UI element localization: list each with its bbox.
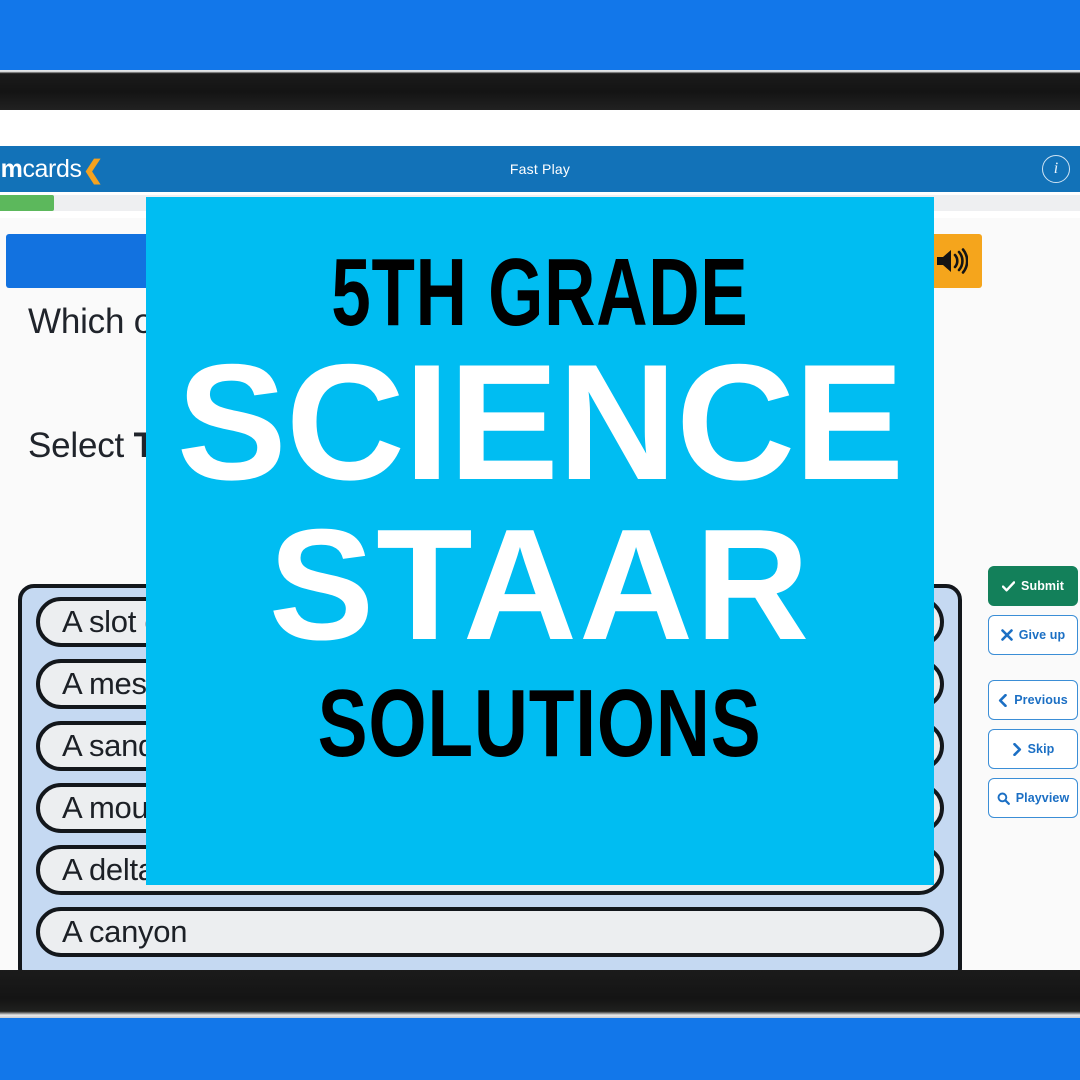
submit-label: Submit (1021, 579, 1064, 593)
magnifier-icon (997, 792, 1010, 805)
speaker-icon (937, 248, 968, 274)
device-bezel-top (0, 70, 1080, 110)
select-prefix: Select (28, 426, 134, 465)
previous-label: Previous (1014, 693, 1068, 707)
promo-line-staar: STAAR (268, 497, 812, 674)
progress-fill (0, 195, 54, 211)
promo-screenshot: boomcards❮ Fast Play i Which of these la… (0, 0, 1080, 1080)
chevron-left-icon (999, 693, 1007, 707)
x-icon (1000, 629, 1013, 641)
give-up-button[interactable]: Give up (988, 615, 1078, 655)
promo-overlay: 5TH GRADE SCIENCE STAAR SOLUTIONS (146, 197, 934, 885)
promo-line-science: SCIENCE (176, 330, 904, 515)
device-bezel-bottom (0, 970, 1080, 1018)
boom-top-bar: boomcards❮ Fast Play i (0, 146, 1080, 192)
page-title: Fast Play (509, 161, 571, 177)
action-button-group: Submit Give up Previous Skip Playview (988, 566, 1080, 827)
skip-label: Skip (1027, 742, 1055, 756)
promo-line-grade: 5TH GRADE (331, 239, 749, 346)
check-icon (1002, 580, 1016, 591)
action-group-divider (988, 664, 1080, 680)
give-up-label: Give up (1018, 628, 1066, 642)
submit-button[interactable]: Submit (988, 566, 1078, 606)
previous-button[interactable]: Previous (988, 680, 1078, 720)
skip-button[interactable]: Skip (988, 729, 1078, 769)
answer-option[interactable]: A canyon (36, 907, 944, 957)
promo-line-solutions: SOLUTIONS (318, 670, 762, 778)
chevron-right-icon (1012, 742, 1021, 756)
decorative-band-top (0, 0, 1080, 70)
playview-label: Playview (1015, 791, 1070, 805)
decorative-band-bottom (0, 1018, 1080, 1080)
info-icon[interactable]: i (1042, 155, 1070, 183)
playview-button[interactable]: Playview (988, 778, 1078, 818)
